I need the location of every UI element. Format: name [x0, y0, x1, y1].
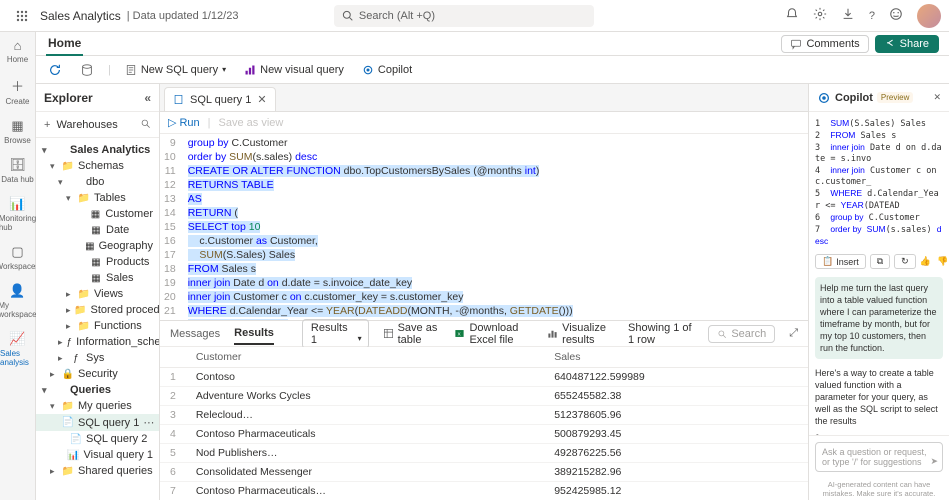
settings-icon[interactable] [813, 7, 827, 24]
copilot-icon [817, 91, 831, 105]
leftrail-monitoring-hub[interactable]: 📊Monitoring hub [0, 196, 36, 232]
table-row[interactable]: 3Relecloud…512378605.96 [160, 406, 808, 425]
visualize-results-button[interactable]: Visualize results [547, 322, 614, 346]
tree-schemas[interactable]: ▾📁Schemas [36, 158, 159, 174]
tree-products[interactable]: ▦Products [36, 254, 159, 270]
tree-shared-queries[interactable]: ▸📁Shared queries [36, 463, 159, 479]
add-warehouse-icon[interactable]: + [44, 119, 50, 131]
data-updated-label: | Data updated 1/12/23 [127, 10, 239, 22]
preview-badge: Preview [877, 92, 913, 103]
copilot-disclaimer: AI-generated content can have mistakes. … [809, 478, 949, 500]
close-copilot-icon[interactable]: ✕ [933, 92, 941, 103]
ribbon-tab-home[interactable]: Home [46, 32, 83, 56]
table-row[interactable]: 5Nod Publishers…492876225.56 [160, 444, 808, 463]
expand-results-icon[interactable]: ⤢ [789, 327, 798, 340]
tree-stored-procedures[interactable]: ▸📁Stored procedures [36, 302, 159, 318]
tree-geography[interactable]: ▦Geography [36, 238, 159, 254]
global-search[interactable]: Search (Alt +Q) [334, 5, 594, 27]
messages-tab[interactable]: Messages [170, 324, 220, 344]
data-icon[interactable] [76, 61, 98, 79]
insert-button-1[interactable]: 📋 Insert [815, 254, 866, 269]
explorer-title: Explorer [44, 91, 93, 105]
results-search[interactable]: Search [708, 325, 775, 343]
tree-sales[interactable]: ▦Sales [36, 270, 159, 286]
search-placeholder: Search (Alt +Q) [359, 10, 435, 22]
save-as-table-button[interactable]: Save as table [383, 322, 441, 346]
tree-dbo[interactable]: ▾dbo [36, 174, 159, 190]
explorer-search-icon[interactable] [140, 118, 151, 132]
send-icon[interactable]: ➤ [930, 456, 938, 467]
table-row[interactable]: 4Contoso Pharmaceuticals500879293.45 [160, 425, 808, 444]
tree-sales-analytics[interactable]: ▾Sales Analytics [36, 142, 159, 158]
refresh-button[interactable] [44, 61, 66, 79]
close-tab-icon[interactable]: ✕ [257, 93, 266, 106]
results-dropdown[interactable]: Results 1 ▾ [302, 319, 369, 349]
copy-button-1[interactable]: ⧉ [870, 254, 890, 269]
file-tab-sql-query-1[interactable]: SQL query 1 ✕ [164, 87, 276, 111]
tree-information-schema[interactable]: ▸ƒInformation_schema [36, 334, 159, 350]
table-row[interactable]: 2Adventure Works Cycles655245582.38 [160, 387, 808, 406]
table-row[interactable]: 6Consolidated Messenger389215282.96 [160, 463, 808, 482]
leftrail-create[interactable]: ＋Create [5, 76, 29, 106]
share-button[interactable]: Share [875, 35, 939, 53]
help-icon[interactable]: ? [869, 10, 875, 22]
notification-icon[interactable] [785, 7, 799, 24]
new-sql-query-button[interactable]: New SQL query▾ [121, 62, 230, 78]
warehouses-label: Warehouses [56, 119, 117, 131]
leftrail-workspaces[interactable]: ▢Workspaces [0, 244, 39, 271]
copilot-input[interactable]: Ask a question or request, or type '/' f… [815, 442, 943, 472]
tree-security[interactable]: ▸🔒Security [36, 366, 159, 382]
thumbs-down-icon[interactable]: 👎 [937, 256, 948, 267]
user-avatar[interactable] [917, 4, 941, 28]
showing-label: Showing 1 of 1 row [628, 322, 694, 346]
comments-button[interactable]: Comments [781, 35, 868, 53]
tree-customer[interactable]: ▦Customer [36, 206, 159, 222]
tree-date[interactable]: ▦Date [36, 222, 159, 238]
copilot-user-message: Help me turn the last query into a table… [815, 277, 943, 359]
app-launcher-icon[interactable] [8, 10, 36, 22]
download-icon[interactable] [841, 7, 855, 24]
tree-functions[interactable]: ▸📁Functions [36, 318, 159, 334]
tree-sys[interactable]: ▸ƒSys [36, 350, 159, 366]
tree-queries[interactable]: ▾Queries [36, 382, 159, 398]
regenerate-button-1[interactable]: ↻ [894, 254, 916, 269]
results-tab[interactable]: Results [234, 323, 274, 345]
tree-my-queries[interactable]: ▾📁My queries [36, 398, 159, 414]
run-button[interactable]: ▷ Run [168, 116, 200, 129]
copilot-assistant-message: Here's a way to create a table valued fu… [815, 367, 943, 427]
leftrail-browse[interactable]: ▦Browse [4, 118, 31, 145]
app-title: Sales Analytics [40, 9, 121, 23]
tree-views[interactable]: ▸📁Views [36, 286, 159, 302]
leftrail-my-workspace[interactable]: 👤My workspace [0, 283, 37, 319]
feedback-icon[interactable] [889, 7, 903, 24]
copilot-title: Copilot [835, 92, 873, 104]
table-row[interactable]: 7Contoso Pharmaceuticals…952425985.12 [160, 482, 808, 500]
copilot-code-block-1: 1 SUM(S.Sales) Sales 2 FROM Sales s 3 in… [815, 118, 943, 248]
thumbs-up-icon[interactable]: 👍 [920, 256, 931, 267]
save-as-view-button[interactable]: Save as view [219, 117, 284, 129]
tree-sql-query-2[interactable]: 📄SQL query 2 [36, 431, 159, 447]
copilot-button[interactable]: Copilot [358, 62, 416, 78]
download-excel-button[interactable]: XDownload Excel file [454, 322, 533, 346]
collapse-explorer-icon[interactable]: « [144, 91, 151, 105]
tree-visual-query-1[interactable]: 📊Visual query 1 [36, 447, 159, 463]
leftrail-sales-analysis[interactable]: 📈Sales analysis [0, 331, 35, 367]
leftrail-home[interactable]: ⌂Home [7, 38, 28, 64]
table-row[interactable]: 1Contoso640487122.599989 [160, 368, 808, 387]
leftrail-data-hub[interactable]: 🗄Data hub [1, 157, 33, 184]
tree-tables[interactable]: ▾📁Tables [36, 190, 159, 206]
new-visual-query-button[interactable]: New visual query [240, 62, 348, 78]
tree-sql-query-1[interactable]: 📄SQL query 1⋯ [36, 414, 159, 431]
